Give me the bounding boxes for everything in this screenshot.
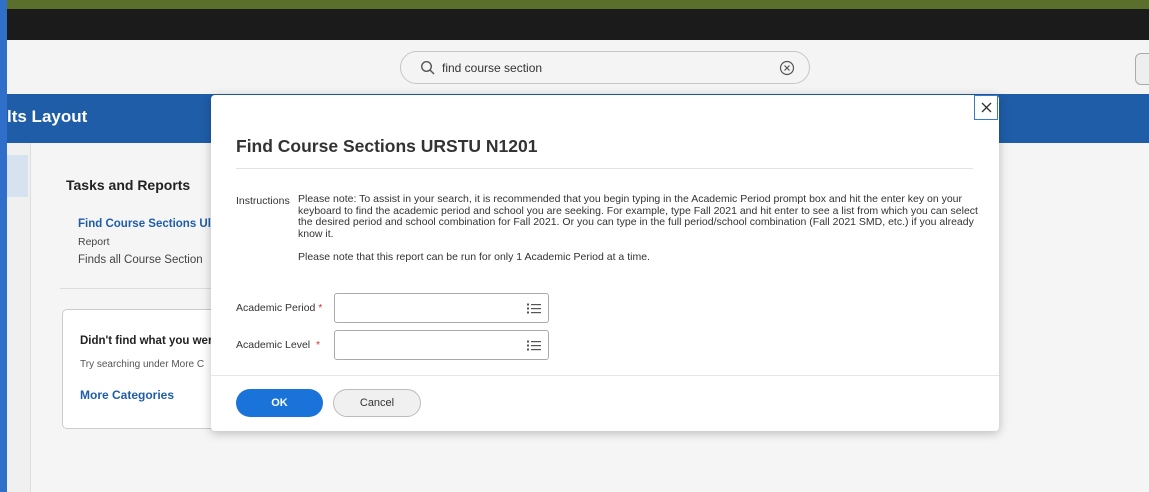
academic-level-label: Academic Level * [236, 339, 321, 351]
dialog-title: Find Course Sections URSTU N1201 [236, 136, 538, 156]
tasks-title: Tasks and Reports [66, 177, 191, 193]
section-divider [60, 288, 220, 289]
instructions-paragraph-1: Please note: To assist in your search, i… [298, 193, 978, 240]
task-description: Finds all Course Section [78, 254, 203, 266]
search-icon [420, 60, 436, 76]
page-title: lts Layout [7, 107, 88, 126]
header-action-button[interactable] [1135, 53, 1149, 85]
academic-level-field[interactable] [334, 330, 549, 360]
left-rail [7, 143, 31, 492]
header-bar: find course section [7, 40, 1149, 95]
didnt-find-title: Didn't find what you wer [80, 335, 213, 347]
list-icon [527, 303, 541, 314]
search-bar[interactable]: find course section [400, 51, 810, 84]
search-input[interactable]: find course section [442, 61, 542, 75]
find-course-sections-dialog: Find Course Sections URSTU N1201 Instruc… [211, 95, 999, 431]
window-frame-left [0, 0, 7, 492]
academic-period-label: Academic Period * [236, 302, 323, 314]
ok-button[interactable]: OK [236, 389, 323, 417]
clear-icon[interactable] [779, 60, 795, 76]
didnt-find-subtitle: Try searching under More C [80, 359, 205, 370]
list-icon [527, 340, 541, 351]
instructions-label: Instructions [236, 195, 290, 207]
instructions-paragraph-2: Please note that this report can be run … [298, 251, 650, 263]
required-marker: * [315, 339, 321, 351]
task-type: Report [78, 236, 110, 248]
left-rail-tab[interactable] [7, 155, 28, 197]
instructions-text: Please note: To assist in your search, i… [298, 193, 978, 264]
more-categories-link[interactable]: More Categories [80, 388, 174, 402]
required-marker: * [318, 302, 323, 314]
dialog-footer-divider [211, 375, 999, 376]
top-accent-strip [7, 0, 1149, 9]
cancel-button[interactable]: Cancel [333, 389, 421, 417]
top-black-bar [7, 9, 1149, 40]
find-course-sections-link[interactable]: Find Course Sections Ul [78, 218, 211, 230]
dialog-divider [236, 168, 973, 169]
academic-period-field[interactable] [334, 293, 549, 323]
close-icon[interactable] [974, 95, 998, 120]
